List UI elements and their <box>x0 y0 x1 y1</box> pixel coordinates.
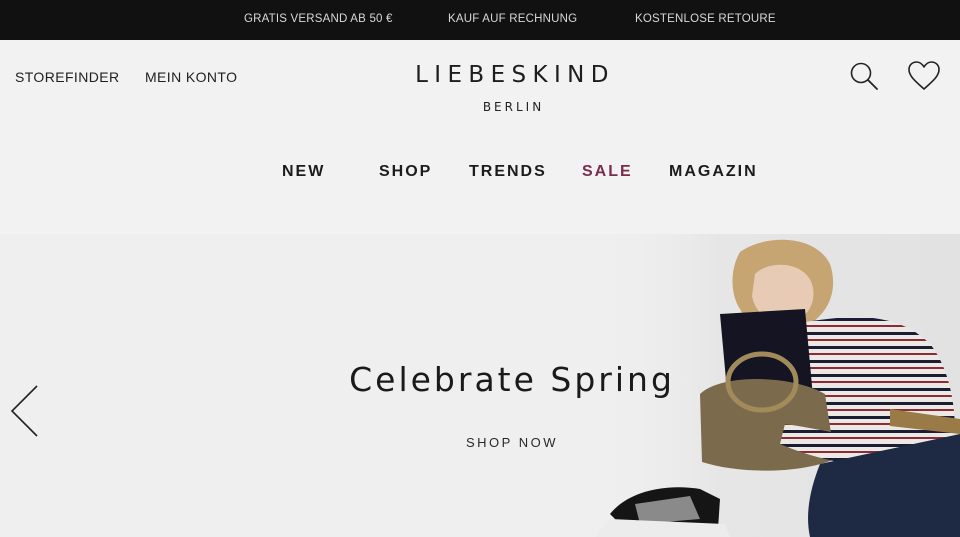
brand-name: LIEBESKIND <box>415 62 615 88</box>
promo-free-shipping: GRATIS VERSAND AB 50 € <box>244 13 393 25</box>
site-header: STOREFINDER MEIN KONTO LIEBESKIND BERLIN… <box>0 40 960 234</box>
nav-item-shop[interactable]: SHOP <box>379 163 432 181</box>
promo-bar: GRATIS VERSAND AB 50 € KAUF AUF RECHNUNG… <box>0 0 960 40</box>
main-nav: NEW SHOP TRENDS SALE MAGAZIN <box>0 163 960 185</box>
promo-invoice: KAUF AUF RECHNUNG <box>448 13 578 25</box>
heart-icon[interactable] <box>907 60 941 92</box>
nav-item-trends[interactable]: TRENDS <box>469 163 547 181</box>
brand-city: BERLIN <box>482 100 545 114</box>
account-link[interactable]: MEIN KONTO <box>145 69 237 85</box>
promo-free-returns: KOSTENLOSE RETOURE <box>635 13 776 25</box>
brand-logo[interactable]: LIEBESKIND BERLIN <box>385 62 639 114</box>
search-icon[interactable] <box>849 61 879 91</box>
hero-slider: Celebrate Spring SHOP NOW <box>0 234 960 537</box>
shop-now-link[interactable]: SHOP NOW <box>412 435 612 450</box>
nav-item-magazin[interactable]: MAGAZIN <box>669 163 758 181</box>
storefinder-link[interactable]: STOREFINDER <box>15 69 120 85</box>
chevron-left-icon[interactable] <box>10 384 40 443</box>
hero-title: Celebrate Spring <box>349 360 675 399</box>
nav-item-new[interactable]: NEW <box>282 163 325 181</box>
nav-item-sale[interactable]: SALE <box>582 163 633 181</box>
